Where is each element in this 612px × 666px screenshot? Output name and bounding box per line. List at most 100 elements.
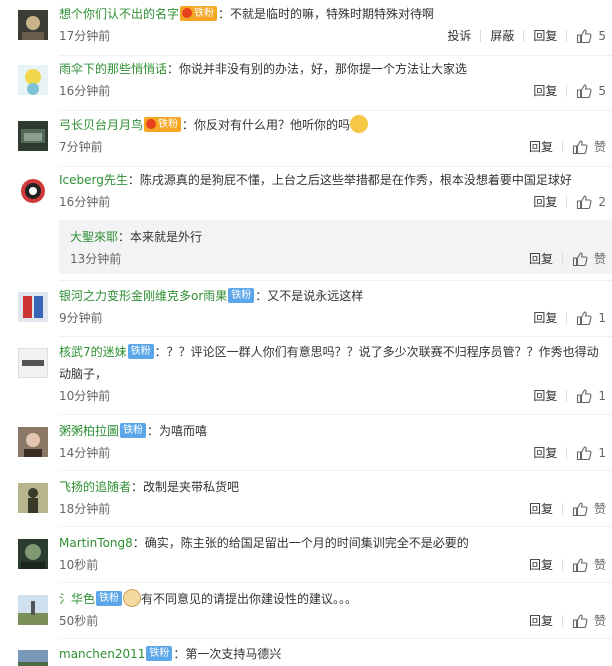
thumbs-up-icon	[572, 140, 588, 155]
comment-list: 想个你们认不出的名字 铁粉 ：不就是临时的嘛，特殊时期特殊对待啊 17分钟前 投诉 …	[0, 0, 612, 666]
avatar[interactable]	[18, 121, 48, 151]
comment-username[interactable]: MartinTong8	[59, 536, 133, 550]
block-button[interactable]: 屏蔽	[490, 25, 514, 47]
thumbs-up-icon	[572, 252, 588, 267]
like-count: 赞	[593, 614, 606, 628]
reply-button[interactable]: 回复	[533, 442, 557, 464]
comment-username[interactable]: Iceberg先生	[59, 173, 128, 187]
divider	[59, 582, 612, 583]
avatar[interactable]	[18, 650, 48, 666]
report-button[interactable]: 投诉	[447, 25, 471, 47]
divider	[59, 55, 612, 56]
avatar[interactable]	[18, 10, 48, 40]
reply-button[interactable]: 回复	[533, 80, 557, 102]
thumbs-up-icon	[572, 614, 588, 629]
comment-username[interactable]: 氵华色	[59, 592, 95, 606]
comment-time: 50秒前	[59, 614, 99, 628]
avatar[interactable]	[18, 483, 48, 513]
avatar[interactable]	[18, 176, 48, 206]
divider	[566, 85, 568, 97]
comment-username[interactable]: 银河之力变形金刚维克多or雨果	[59, 289, 227, 303]
reply-button[interactable]: 回复	[529, 248, 553, 270]
divider	[59, 414, 612, 415]
like-button[interactable]: 1	[576, 442, 606, 464]
fan-badge[interactable]: 铁粉	[96, 591, 123, 606]
avatar[interactable]	[18, 427, 48, 457]
like-count: 1	[598, 389, 606, 403]
reply-button[interactable]: 回复	[529, 136, 553, 158]
fan-badge[interactable]: 铁粉	[120, 423, 147, 438]
comment-username[interactable]: 弓长贝台月月鸟	[59, 118, 143, 132]
like-button[interactable]: 1	[576, 385, 606, 407]
comment-username[interactable]: 粥粥柏拉圖	[59, 424, 119, 438]
comment-text: ：本来就是外行	[118, 230, 203, 244]
thumbs-up-icon	[572, 502, 588, 517]
comment-text: ：第一次支持马德兴	[173, 647, 282, 661]
reply-button[interactable]: 回复	[533, 307, 557, 329]
avatar[interactable]	[18, 65, 48, 95]
comment-item: manchen2011 铁粉 ：第一次支持马德兴	[0, 643, 612, 666]
like-count: 1	[598, 446, 606, 460]
comment-username[interactable]: 想个你们认不出的名字	[59, 7, 179, 21]
avatar[interactable]	[18, 539, 48, 569]
like-button[interactable]: 赞	[572, 498, 606, 520]
comment-text: ：为嘻而嘻	[147, 424, 208, 438]
comment-username[interactable]: manchen2011	[59, 647, 145, 661]
reply-button[interactable]: 回复	[529, 498, 553, 520]
comment-time: 16分钟前	[59, 195, 111, 209]
like-button[interactable]: 5	[576, 25, 606, 47]
like-button[interactable]: 2	[576, 191, 606, 213]
nested-reply: 大聖來耶：本来就是外行 13分钟前 回复 赞	[59, 220, 612, 274]
avatar[interactable]	[18, 595, 48, 625]
comment-time: 17分钟前	[59, 29, 111, 43]
fan-badge[interactable]: 铁粉	[228, 288, 255, 303]
reply-button[interactable]: 回复	[529, 554, 553, 576]
like-count: 5	[598, 84, 606, 98]
like-button[interactable]: 1	[576, 307, 606, 329]
thumbs-up-icon	[577, 389, 592, 404]
comment-time: 10分钟前	[59, 389, 111, 403]
thumbs-up-icon	[577, 84, 592, 99]
comment-username[interactable]: 雨伞下的那些悄悄话	[59, 62, 167, 76]
fan-badge[interactable]: 铁粉	[127, 344, 154, 359]
reply-button[interactable]: 回复	[533, 25, 557, 47]
comment-username[interactable]: 飞扬的追随者	[59, 480, 131, 494]
avatar[interactable]	[18, 292, 48, 322]
divider	[59, 110, 612, 111]
comment-time: 7分钟前	[59, 140, 103, 154]
like-button[interactable]: 赞	[572, 554, 606, 576]
reply-button[interactable]: 回复	[533, 191, 557, 213]
divider	[59, 166, 612, 167]
comment-text: ：陈戌源真的是狗屁不懂，上台之后这些举措都是在作秀，根本没想着要中国足球好	[127, 173, 572, 187]
like-count: 赞	[593, 252, 606, 266]
fan-badge[interactable]: 铁粉	[144, 117, 182, 132]
thumbs-up-icon	[577, 446, 592, 461]
like-button[interactable]: 5	[576, 80, 606, 102]
divider	[561, 503, 563, 515]
reply-button[interactable]: 回复	[529, 610, 553, 632]
avatar[interactable]	[18, 348, 48, 378]
divider	[566, 312, 568, 324]
comment-time: 9分钟前	[59, 311, 103, 325]
fan-badge[interactable]: 铁粉	[146, 646, 173, 661]
like-count: 赞	[593, 140, 606, 154]
divider	[561, 615, 563, 627]
like-button[interactable]: 赞	[572, 136, 606, 158]
reply-button[interactable]: 回复	[533, 385, 557, 407]
like-button[interactable]: 赞	[572, 610, 606, 632]
divider	[523, 30, 525, 42]
like-count: 1	[598, 311, 606, 325]
fan-badge[interactable]: 铁粉	[180, 6, 218, 21]
divider	[59, 336, 612, 337]
comment-username[interactable]: 核武7的迷妹	[59, 345, 127, 359]
divider	[566, 196, 568, 208]
thumbs-up-icon	[577, 29, 592, 44]
comment-text: 有不同意见的请提出你建设性的建议。。。	[141, 592, 358, 606]
comment-item: 粥粥柏拉圖 铁粉 ：为嘻而嘻 14分钟前 回复 1	[0, 420, 612, 468]
comment-username[interactable]: 大聖來耶	[70, 230, 118, 244]
like-count: 2	[598, 195, 606, 209]
divider	[561, 141, 563, 153]
comment-time: 10秒前	[59, 558, 99, 572]
divider	[59, 526, 612, 527]
like-button[interactable]: 赞	[572, 248, 606, 270]
